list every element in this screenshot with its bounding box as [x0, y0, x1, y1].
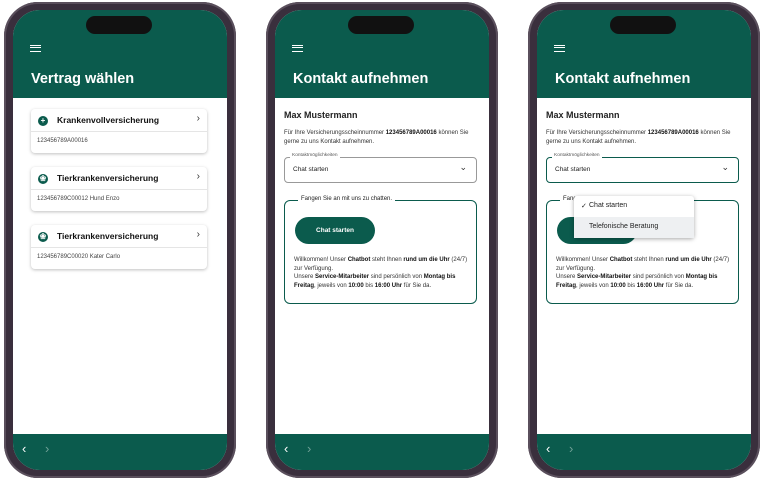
camera-notch	[348, 16, 414, 34]
contract-number: 123456789C00012 Hund Enzo	[37, 196, 120, 202]
browser-toolbar: ‹ ›	[13, 434, 227, 470]
contract-card[interactable]: + Krankenvollversicherung › 123456789A00…	[31, 109, 207, 153]
chevron-down-icon: ⌄	[459, 162, 467, 172]
contract-card[interactable]: ❀ Tierkrankenversicherung › 123456789C00…	[31, 167, 207, 211]
contract-number: 123456789C00020 Kater Carlo	[37, 254, 121, 260]
intro-text: Für Ihre Versicherungsscheinnummer 12345…	[546, 130, 731, 145]
chat-section-legend: Fangen Sie an mit uns zu chatten.	[298, 196, 396, 202]
screen-contract-select: Vertrag wählen + Krankenvollversicherung…	[13, 10, 227, 470]
option-label: Chat starten	[589, 202, 628, 209]
divider	[31, 189, 207, 190]
camera-notch	[610, 16, 676, 34]
forward-arrow-icon[interactable]: ›	[307, 441, 311, 456]
forward-arrow-icon[interactable]: ›	[45, 441, 49, 456]
phone-frame-1: Vertrag wählen + Krankenvollversicherung…	[4, 2, 236, 478]
back-arrow-icon[interactable]: ‹	[22, 441, 26, 456]
hamburger-icon[interactable]	[554, 45, 565, 52]
browser-toolbar: ‹ ›	[275, 434, 489, 470]
back-arrow-icon[interactable]: ‹	[546, 441, 550, 456]
phone-frame-3: Kontakt aufnehmen Max Mustermann Für Ihr…	[528, 2, 760, 478]
intro-text: Für Ihre Versicherungsscheinnummer 12345…	[284, 130, 469, 145]
paw-icon: ❀	[38, 232, 48, 242]
select-label: Kontaktmöglichkeiten	[552, 153, 602, 158]
contract-title: Tierkrankenversicherung	[57, 173, 159, 183]
back-arrow-icon[interactable]: ‹	[284, 441, 288, 456]
chevron-down-icon: ⌄	[721, 162, 729, 172]
forward-arrow-icon[interactable]: ›	[569, 441, 573, 456]
contract-number: 123456789A00016	[37, 138, 88, 144]
chevron-right-icon: ›	[196, 229, 200, 240]
divider	[31, 247, 207, 248]
chat-info-text: Willkommen! Unser Chatbot steht Ihnen ru…	[294, 257, 468, 289]
dropdown-option-phone[interactable]: Telefonische Beratung	[574, 217, 694, 238]
dropdown-menu: ✓ Chat starten Telefonische Beratung	[574, 196, 694, 238]
start-chat-button[interactable]: Chat starten	[295, 217, 375, 244]
contract-title: Tierkrankenversicherung	[57, 231, 159, 241]
customer-name: Max Mustermann	[546, 110, 620, 120]
check-icon: ✓	[581, 203, 587, 210]
chat-info-text: Willkommen! Unser Chatbot steht Ihnen ru…	[556, 257, 730, 289]
contact-method-select[interactable]: Kontaktmöglichkeiten Chat starten ⌄	[284, 153, 477, 183]
chevron-right-icon: ›	[196, 171, 200, 182]
app-header: Kontakt aufnehmen	[275, 10, 489, 98]
select-value: Chat starten	[555, 166, 591, 173]
phone-frame-2: Kontakt aufnehmen Max Mustermann Für Ihr…	[266, 2, 498, 478]
camera-notch	[86, 16, 152, 34]
contract-card[interactable]: ❀ Tierkrankenversicherung › 123456789C00…	[31, 225, 207, 269]
dropdown-option-chat[interactable]: ✓ Chat starten	[574, 196, 694, 217]
page-title: Vertrag wählen	[31, 71, 135, 87]
contact-method-select[interactable]: Kontaktmöglichkeiten Chat starten ⌄	[546, 153, 739, 183]
screen-contact: Kontakt aufnehmen Max Mustermann Für Ihr…	[275, 10, 489, 470]
divider	[31, 131, 207, 132]
select-value: Chat starten	[293, 166, 329, 173]
option-label: Telefonische Beratung	[589, 223, 659, 230]
chat-section: Fangen Sie an mit uns zu chatten. Chat s…	[284, 196, 477, 304]
hamburger-icon[interactable]	[30, 45, 41, 52]
page-title: Kontakt aufnehmen	[293, 71, 429, 87]
paw-icon: ❀	[38, 174, 48, 184]
plus-circle-icon: +	[38, 116, 48, 126]
customer-name: Max Mustermann	[284, 110, 358, 120]
contract-title: Krankenvollversicherung	[57, 115, 160, 125]
app-header: Vertrag wählen	[13, 10, 227, 98]
screen-contact-dropdown-open: Kontakt aufnehmen Max Mustermann Für Ihr…	[537, 10, 751, 470]
hamburger-icon[interactable]	[292, 45, 303, 52]
page-title: Kontakt aufnehmen	[555, 71, 691, 87]
select-label: Kontaktmöglichkeiten	[290, 153, 340, 158]
browser-toolbar: ‹ ›	[537, 434, 751, 470]
chevron-right-icon: ›	[196, 113, 200, 124]
app-header: Kontakt aufnehmen	[537, 10, 751, 98]
